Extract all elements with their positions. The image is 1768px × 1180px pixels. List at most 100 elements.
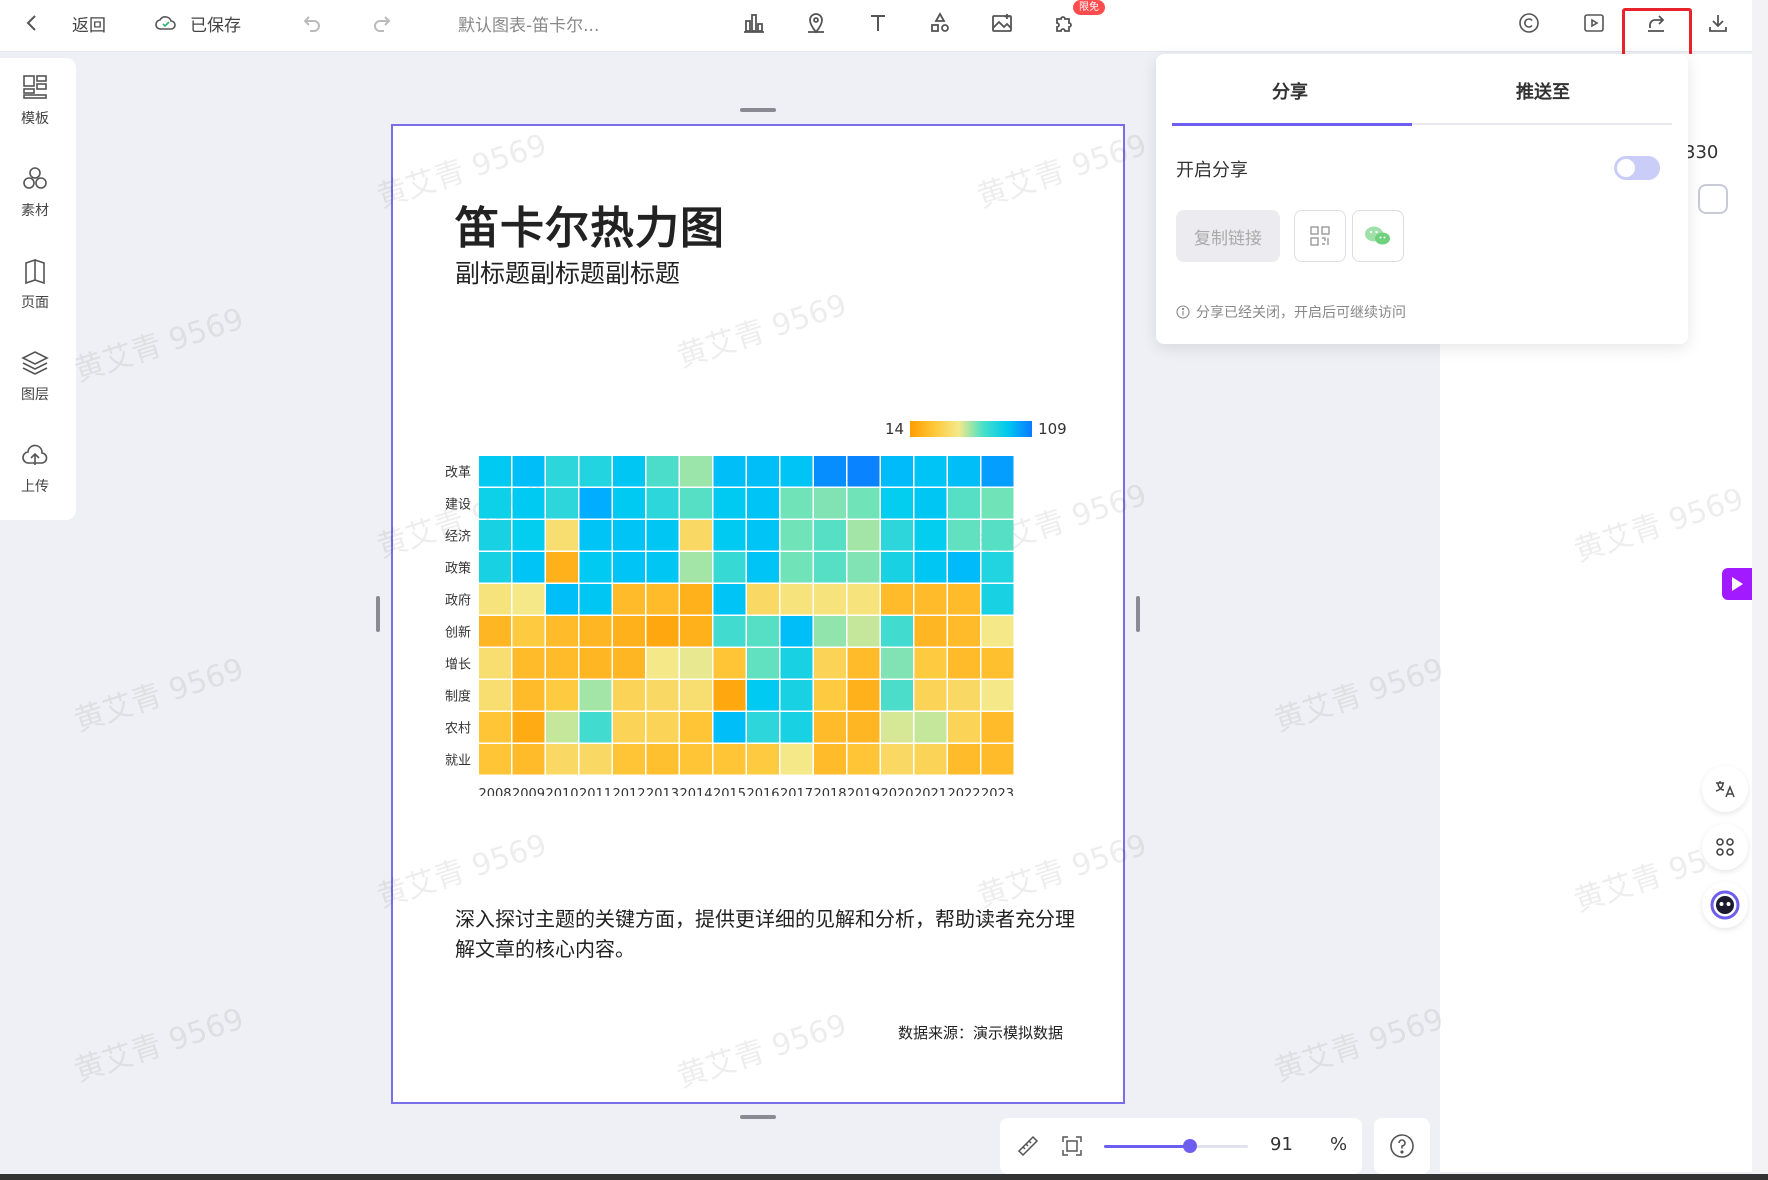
heatmap-cell[interactable] <box>814 680 846 711</box>
heatmap-cell[interactable] <box>914 616 947 647</box>
heatmap-cell[interactable] <box>814 584 846 615</box>
heatmap-cell[interactable] <box>713 456 746 487</box>
heatmap-cell[interactable] <box>646 584 679 615</box>
heatmap-cell[interactable] <box>646 488 679 519</box>
heatmap-cell[interactable] <box>546 520 578 551</box>
heatmap-cell[interactable] <box>814 648 846 679</box>
heatmap-cell[interactable] <box>814 616 846 647</box>
heatmap-cell[interactable] <box>579 488 612 519</box>
resize-handle-bottom[interactable] <box>740 1115 776 1119</box>
heatmap-cell[interactable] <box>881 712 913 743</box>
heatmap-cell[interactable] <box>713 744 746 775</box>
apps-button[interactable] <box>1702 824 1748 870</box>
heatmap-cell[interactable] <box>914 552 947 583</box>
panel-checkbox[interactable] <box>1698 184 1728 214</box>
page-subtitle[interactable]: 副标题副标题副标题 <box>455 254 680 290</box>
page-title[interactable]: 笛卡尔热力图 <box>455 192 725 256</box>
text-tool-button[interactable] <box>864 0 892 46</box>
heatmap-cell[interactable] <box>780 616 813 647</box>
heatmap-cell[interactable] <box>747 616 779 647</box>
page-description[interactable]: 深入探讨主题的关键方面，提供更详细的见解和分析，帮助读者充分理解文章的核心内容。 <box>455 904 1075 964</box>
heatmap-cell[interactable] <box>814 456 846 487</box>
heatmap-cell[interactable] <box>646 744 679 775</box>
heatmap-cell[interactable] <box>613 552 645 583</box>
heatmap-cell[interactable] <box>948 584 980 615</box>
heatmap-cell[interactable] <box>981 616 1014 647</box>
resize-handle-left[interactable] <box>376 596 380 632</box>
heatmap-cell[interactable] <box>613 744 645 775</box>
heatmap-cell[interactable] <box>479 520 511 551</box>
tab-push-to[interactable]: 推送至 <box>1516 78 1570 104</box>
heatmap-cell[interactable] <box>747 648 779 679</box>
heatmap-cell[interactable] <box>613 488 645 519</box>
heatmap-cell[interactable] <box>680 584 712 615</box>
shape-tool-button[interactable] <box>926 0 954 46</box>
heatmap-cell[interactable] <box>713 584 746 615</box>
heatmap-cell[interactable] <box>680 552 712 583</box>
design-page[interactable]: 黄艾青 9569 黄艾青 9569 黄艾青 9569 黄艾青 9569 黄艾青 … <box>373 124 1151 1104</box>
heatmap-cell[interactable] <box>881 552 913 583</box>
heatmap-cell[interactable] <box>747 712 779 743</box>
heatmap-cell[interactable] <box>579 648 612 679</box>
heatmap-cell[interactable] <box>948 552 980 583</box>
heatmap-cell[interactable] <box>747 488 779 519</box>
heatmap-cell[interactable] <box>646 712 679 743</box>
resize-handle-right[interactable] <box>1136 596 1140 632</box>
heatmap-cell[interactable] <box>814 712 846 743</box>
heatmap-cell[interactable] <box>948 744 980 775</box>
heatmap-cell[interactable] <box>479 648 511 679</box>
heatmap-cell[interactable] <box>881 648 913 679</box>
heatmap-cell[interactable] <box>847 680 880 711</box>
ai-assistant-button[interactable] <box>1702 882 1748 928</box>
heatmap-cell[interactable] <box>546 712 578 743</box>
heatmap-cell[interactable] <box>713 712 746 743</box>
map-tool-button[interactable] <box>802 0 830 46</box>
heatmap-cell[interactable] <box>479 680 511 711</box>
heatmap-cell[interactable] <box>579 616 612 647</box>
heatmap-cell[interactable] <box>881 520 913 551</box>
heatmap-cell[interactable] <box>512 488 545 519</box>
sidebar-item-page[interactable]: 页面 <box>0 256 70 312</box>
heatmap-cell[interactable] <box>881 680 913 711</box>
heatmap-cell[interactable] <box>747 680 779 711</box>
heatmap-cell[interactable] <box>512 520 545 551</box>
heatmap-cell[interactable] <box>713 488 746 519</box>
heatmap-cell[interactable] <box>546 616 578 647</box>
heatmap-cell[interactable] <box>546 744 578 775</box>
heatmap-cell[interactable] <box>512 552 545 583</box>
heatmap-cell[interactable] <box>780 712 813 743</box>
heatmap-cell[interactable] <box>780 488 813 519</box>
heatmap-cell[interactable] <box>479 552 511 583</box>
heatmap-cell[interactable] <box>546 680 578 711</box>
heatmap-cell[interactable] <box>914 648 947 679</box>
heatmap-chart[interactable]: 改革建设经济政策政府创新增长制度农村就业 2008 2009 2010 2011 2012… <box>443 456 1063 796</box>
heatmap-cell[interactable] <box>512 616 545 647</box>
heatmap-cell[interactable] <box>814 488 846 519</box>
fit-screen-button[interactable] <box>1060 1134 1084 1162</box>
heatmap-cell[interactable] <box>479 712 511 743</box>
heatmap-cell[interactable] <box>847 712 880 743</box>
heatmap-cell[interactable] <box>847 616 880 647</box>
copyright-button[interactable] <box>1515 0 1543 46</box>
heatmap-cell[interactable] <box>546 648 578 679</box>
heatmap-cell[interactable] <box>579 680 612 711</box>
heatmap-cell[interactable] <box>914 584 947 615</box>
redo-button[interactable] <box>368 0 396 46</box>
heatmap-cell[interactable] <box>914 456 947 487</box>
heatmap-cell[interactable] <box>613 584 645 615</box>
heatmap-cell[interactable] <box>579 552 612 583</box>
heatmap-cell[interactable] <box>713 616 746 647</box>
heatmap-cell[interactable] <box>747 744 779 775</box>
heatmap-cell[interactable] <box>780 680 813 711</box>
heatmap-cell[interactable] <box>512 712 545 743</box>
heatmap-cell[interactable] <box>613 520 645 551</box>
heatmap-cell[interactable] <box>780 456 813 487</box>
color-legend[interactable]: 14 109 <box>885 420 1067 438</box>
heatmap-cell[interactable] <box>981 520 1014 551</box>
share-toggle[interactable] <box>1614 156 1660 180</box>
heatmap-cell[interactable] <box>948 520 980 551</box>
heatmap-cell[interactable] <box>512 648 545 679</box>
heatmap-cell[interactable] <box>981 584 1014 615</box>
image-tool-button[interactable] <box>988 0 1016 46</box>
heatmap-cell[interactable] <box>881 488 913 519</box>
